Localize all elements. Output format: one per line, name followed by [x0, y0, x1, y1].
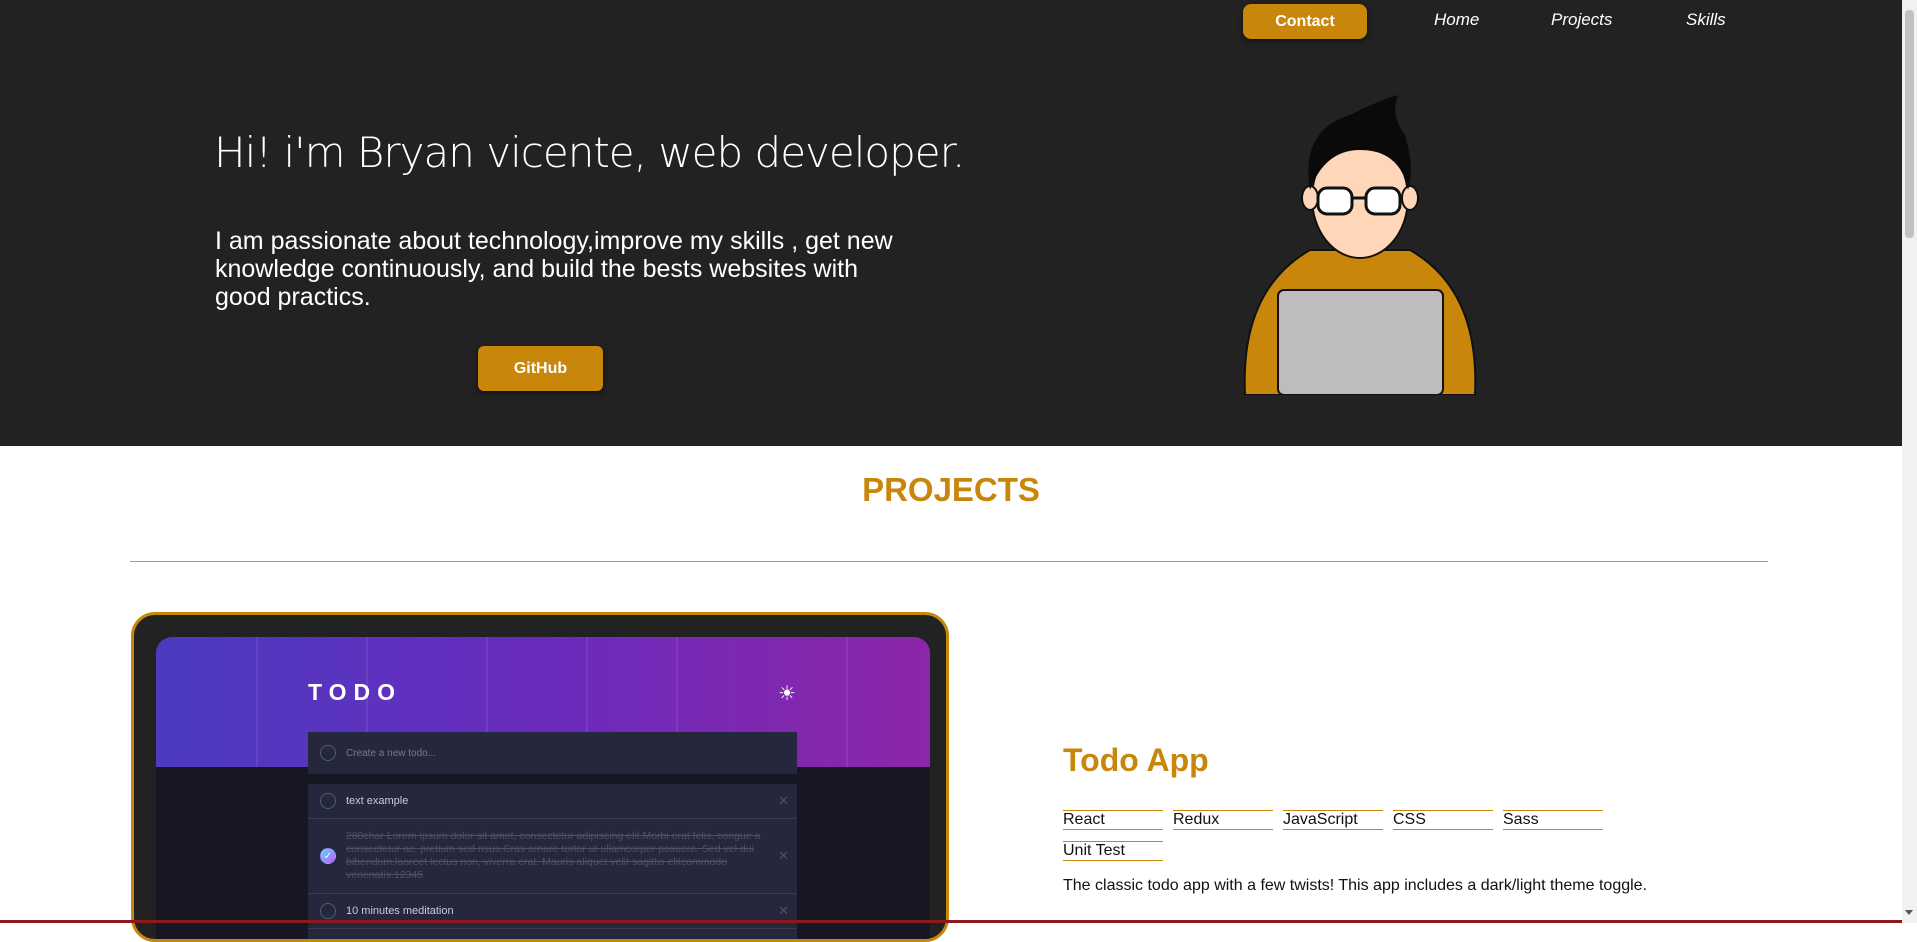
- tag-react: React: [1063, 810, 1163, 830]
- nav-skills[interactable]: Skills: [1686, 10, 1726, 30]
- checkbox-icon: [320, 903, 336, 919]
- github-button[interactable]: GitHub: [478, 346, 603, 391]
- scrollbar-thumb[interactable]: [1905, 10, 1914, 238]
- close-icon: ✕: [778, 793, 789, 808]
- hero-description: I am passionate about technology,improve…: [215, 227, 893, 311]
- list-item: 10 minutes meditation ✕: [308, 894, 797, 929]
- projects-heading: PROJECTS: [862, 471, 1040, 508]
- tag-unit-test: Unit Test: [1063, 841, 1163, 861]
- project-preview-laptop[interactable]: TODO ☀ Create a new todo... text example…: [131, 612, 949, 942]
- project-preview-screen: TODO ☀ Create a new todo... text example…: [156, 637, 930, 939]
- tag-redux: Redux: [1173, 810, 1273, 830]
- developer-avatar-illustration: [1243, 95, 1477, 395]
- section-divider: [130, 561, 1768, 562]
- todo-logo: TODO: [308, 679, 403, 705]
- sun-icon: ☀: [778, 683, 796, 705]
- tag-sass: Sass: [1503, 810, 1603, 830]
- tag-css: CSS: [1393, 810, 1493, 830]
- nav-home[interactable]: Home: [1434, 10, 1479, 30]
- checkbox-icon: [320, 793, 336, 809]
- todo-text: text example: [346, 795, 409, 807]
- list-item: text example ✕: [308, 784, 797, 819]
- nav-projects[interactable]: Projects: [1551, 10, 1612, 30]
- todo-input-placeholder: Create a new todo...: [346, 747, 437, 759]
- todo-text: 280char Lorem ipsum dolor sit amet, cons…: [346, 830, 761, 881]
- close-icon: ✕: [778, 903, 789, 918]
- close-icon: ✕: [778, 848, 789, 863]
- tag-javascript: JavaScript: [1283, 810, 1383, 830]
- hero-section: [0, 0, 1902, 446]
- hero-title: Hi! i'm Bryan vicente, web developer.: [214, 128, 965, 177]
- project-description: The classic todo app with a few twists! …: [1063, 877, 1648, 894]
- checkbox-icon: [320, 745, 336, 761]
- todo-list: text example ✕ ✓ 280char Lorem ipsum dol…: [308, 784, 797, 939]
- contact-button[interactable]: Contact: [1243, 4, 1367, 39]
- scroll-down-arrow-icon[interactable]: [1905, 910, 1913, 915]
- list-item: ✓ 280char Lorem ipsum dolor sit amet, co…: [308, 819, 797, 894]
- project-title: Todo App: [1063, 742, 1209, 778]
- check-icon: ✓: [320, 848, 336, 864]
- todo-text: 10 minutes meditation: [346, 905, 454, 917]
- todo-input: Create a new todo...: [308, 732, 797, 774]
